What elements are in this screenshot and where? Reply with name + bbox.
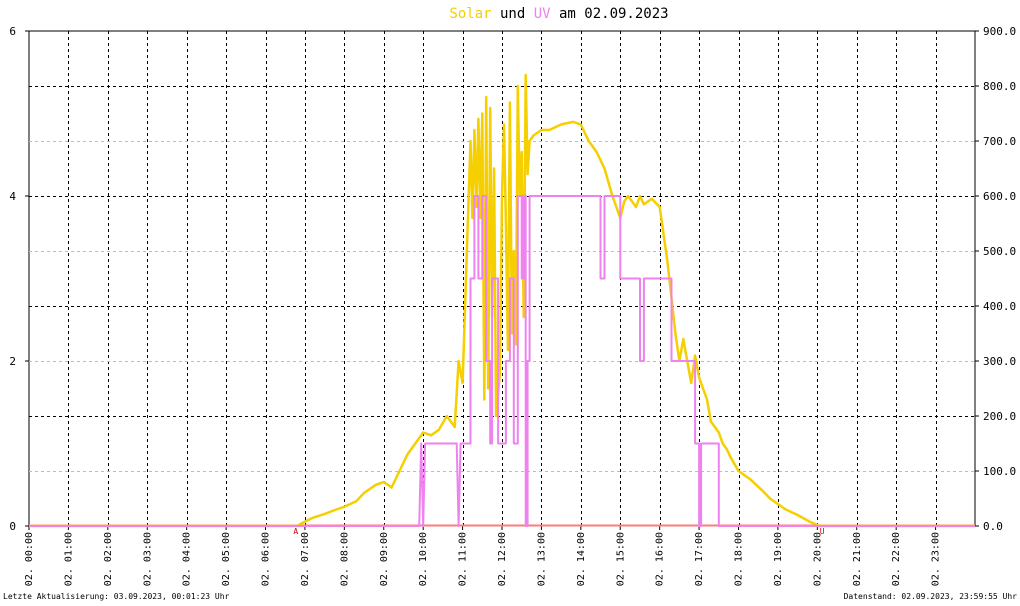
y-left-tick-label: 2 [9,355,16,368]
y-right-tick-label: 700.0 [983,135,1016,148]
x-tick-label: 02. 07:00 [300,532,311,586]
x-tick-label: 02. 21:00 [852,532,863,586]
y-left-tick-label: 6 [9,25,16,38]
y-right-tick-label: 800.0 [983,80,1016,93]
x-tick-label: 02. 14:00 [576,532,587,586]
x-tick-label: 02. 18:00 [734,532,745,586]
x-tick-label: 02. 19:00 [773,532,784,586]
chart-title: Solar und UV am 02.09.2023 [449,6,668,22]
y-right-tick-label: 0.0 [983,520,1003,533]
x-tick-label: 02. 00:00 [24,532,35,586]
chart: Solar und UV am 02.09.2023 0 2 4 6 0.0 100.0… [0,0,1020,592]
y-right-tick-label: 400.0 [983,300,1016,313]
x-tick-label: 02. 08:00 [339,532,350,586]
y-right-tick-label: 500.0 [983,245,1016,258]
x-tick-label: 02. 06:00 [261,532,272,586]
title-date: am 02.09.2023 [551,6,669,22]
x-tick-label: 02. 03:00 [142,532,153,586]
sunrise-marker: A [293,527,298,536]
x-tick-label: 02. 16:00 [655,532,666,586]
x-tick-label: 02. 17:00 [694,532,705,586]
y-right-tick-label: 200.0 [983,410,1016,423]
sunset-marker: U [820,527,825,536]
x-tick-label: 02. 04:00 [182,532,193,586]
x-tick-label: 02. 11:00 [458,532,469,586]
y-right-tick-label: 100.0 [983,465,1016,478]
x-tick-label: 02. 02:00 [103,532,114,586]
title-und: und [492,6,534,22]
x-tick-label: 02. 13:00 [536,532,547,586]
y-right-tick-label: 900.0 [983,25,1016,38]
title-solar: Solar [449,6,491,22]
x-tick-label: 02. 05:00 [221,532,232,586]
y-left-tick-label: 0 [9,520,16,533]
data-status-text: Datenstand: 02.09.2023, 23:59:55 Uhr [843,592,1017,601]
x-tick-label: 02. 01:00 [63,532,74,586]
title-uv: UV [534,6,551,22]
x-tick-label: 02. 20:00 [812,532,823,586]
y-right-tick-label: 600.0 [983,190,1016,203]
x-tick-label: 02. 23:00 [931,532,942,586]
x-tick-label: 02. 12:00 [497,532,508,586]
y-left-tick-label: 4 [9,190,16,203]
x-tick-label: 02. 10:00 [418,532,429,586]
x-tick-label: 02. 15:00 [615,532,626,586]
x-tick-label: 02. 09:00 [379,532,390,586]
last-update-text: Letzte Aktualisierung: 03.09.2023, 00:01… [3,592,230,601]
x-tick-label: 02. 22:00 [891,532,902,586]
y-right-tick-label: 300.0 [983,355,1016,368]
